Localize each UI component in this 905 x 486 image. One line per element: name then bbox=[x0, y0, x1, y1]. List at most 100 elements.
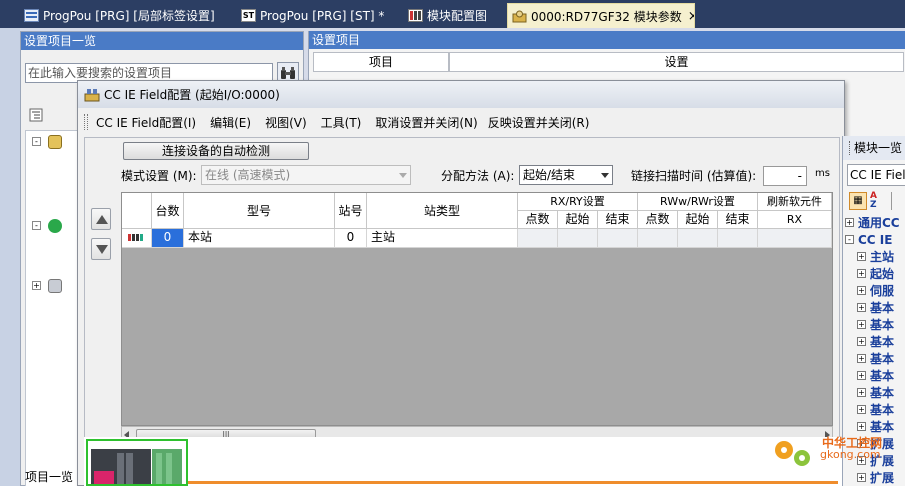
dialog-title: CC IE Field配置 (起始I/O:0000) bbox=[104, 88, 280, 102]
row-rw-start-cell[interactable] bbox=[678, 229, 718, 248]
plc-module-icon bbox=[128, 234, 143, 241]
plc-station-diagram[interactable] bbox=[86, 439, 188, 486]
menu-edit[interactable]: 编辑(E) bbox=[210, 114, 251, 131]
dialog-menubar: CC IE Field配置(I) 编辑(E) 视图(V) 工具(T) 取消设置并… bbox=[78, 109, 844, 135]
row-station-no-cell[interactable]: 0 bbox=[335, 229, 367, 248]
row-rw-end-cell[interactable] bbox=[718, 229, 758, 248]
network-icon bbox=[84, 88, 100, 102]
tab-label: ProgPou [PRG] [局部标签设置] bbox=[43, 9, 215, 23]
item-list-tab[interactable]: 项目一览 bbox=[25, 468, 73, 485]
network-diagram-area bbox=[84, 437, 842, 486]
header-rw-start: 起始 bbox=[678, 211, 718, 229]
tab-module-parameters[interactable]: 0000:RD77GF32 模块参数 × bbox=[507, 3, 695, 28]
folder-icon bbox=[48, 135, 62, 149]
menu-cc-ie-field-config[interactable]: CC IE Field配置(I) bbox=[96, 114, 196, 131]
tab-label: 模块配置图 bbox=[427, 9, 488, 23]
header-rwwrwr-settings: RWw/RWr设置 bbox=[638, 193, 758, 211]
tree-expander[interactable]: - bbox=[32, 221, 41, 230]
module-tree-item[interactable]: + 基本 bbox=[845, 350, 905, 367]
config-area: 连接设备的自动检测 模式设置 (M): 在线 (高速模式) 分配方法 (A): … bbox=[84, 137, 840, 485]
dock-stripe bbox=[0, 28, 20, 486]
link-scan-time-unit: ms bbox=[815, 168, 830, 179]
header-station-type: 站类型 bbox=[367, 193, 518, 229]
chevron-down-icon bbox=[601, 173, 609, 178]
row-station-type-cell[interactable]: 主站 bbox=[367, 229, 518, 248]
header-rw-end: 结束 bbox=[718, 211, 758, 229]
panel-title: 设置项目 bbox=[309, 31, 905, 49]
header-rx-start: 起始 bbox=[558, 211, 598, 229]
plc-rack-icon bbox=[91, 449, 182, 484]
module-tree-item[interactable]: + 基本 bbox=[845, 384, 905, 401]
menu-view[interactable]: 视图(V) bbox=[265, 114, 307, 131]
alpha-sort-icon[interactable]: AZ bbox=[870, 192, 888, 210]
module-config-icon bbox=[408, 9, 423, 22]
module-tree-item[interactable]: + 基本 bbox=[845, 401, 905, 418]
assign-method-select[interactable]: 起始/结束 bbox=[519, 165, 613, 185]
header-corner bbox=[122, 193, 152, 229]
row-rx-start-cell[interactable] bbox=[558, 229, 598, 248]
mode-setting-select: 在线 (高速模式) bbox=[201, 165, 411, 185]
header-rw-points: 点数 bbox=[638, 211, 678, 229]
module-tree-item[interactable]: + 基本 bbox=[845, 316, 905, 333]
row-refresh-rx-cell[interactable] bbox=[758, 229, 832, 248]
st-icon: ST bbox=[241, 9, 256, 22]
move-down-button[interactable] bbox=[91, 238, 111, 260]
menu-cancel-and-close[interactable]: 取消设置并关闭(N) bbox=[375, 114, 477, 131]
watermark-url: gkong.com bbox=[820, 448, 881, 461]
tab-st-program[interactable]: ST ProgPou [PRG] [ST] * bbox=[237, 3, 404, 28]
header-refresh-rx: RX bbox=[758, 211, 832, 229]
menu-apply-and-close[interactable]: 反映设置并关闭(R) bbox=[488, 114, 590, 131]
list-view-icon[interactable] bbox=[891, 192, 905, 210]
row-device-icon-cell bbox=[122, 229, 152, 248]
module-tree-item[interactable]: + 伺服 bbox=[845, 282, 905, 299]
module-list-title: 模块一览 bbox=[843, 136, 905, 160]
tab-label: 0000:RD77GF32 模块参数 bbox=[531, 9, 682, 24]
arrow-down-icon bbox=[96, 245, 108, 254]
close-icon[interactable]: × bbox=[688, 9, 694, 24]
move-up-button[interactable] bbox=[91, 208, 111, 230]
binoculars-icon bbox=[281, 67, 295, 79]
assign-method-label: 分配方法 (A): bbox=[441, 169, 515, 183]
setting-items-tree[interactable]: - - + bbox=[25, 130, 85, 486]
row-rx-points-cell[interactable] bbox=[518, 229, 558, 248]
assign-method-value: 起始/结束 bbox=[523, 168, 576, 182]
auto-detect-button[interactable]: 连接设备的自动检测 bbox=[123, 142, 309, 160]
row-rx-end-cell[interactable] bbox=[598, 229, 638, 248]
module-icon bbox=[48, 279, 62, 293]
dialog-titlebar[interactable]: CC IE Field配置 (起始I/O:0000) bbox=[78, 81, 844, 108]
link-scan-time-field: - bbox=[763, 166, 807, 186]
module-tree-item[interactable]: + 基本 bbox=[845, 367, 905, 384]
row-model-cell[interactable]: 本站 bbox=[184, 229, 335, 248]
tree-expander[interactable]: + bbox=[32, 281, 41, 290]
module-tree-item[interactable]: - CC IE bbox=[845, 231, 905, 248]
check-icon bbox=[48, 219, 62, 233]
category-sort-icon[interactable]: ▦ bbox=[849, 192, 867, 210]
menu-tools[interactable]: 工具(T) bbox=[321, 114, 362, 131]
row-rw-points-cell[interactable] bbox=[638, 229, 678, 248]
header-station-no: 站号 bbox=[335, 193, 367, 229]
tree-toolbar-icon[interactable] bbox=[29, 108, 43, 122]
module-list-toolbar: ▦ AZ bbox=[847, 190, 905, 212]
tab-local-label-settings[interactable]: ProgPou [PRG] [局部标签设置] bbox=[20, 3, 238, 28]
module-tree-item[interactable]: + 起始 bbox=[845, 265, 905, 282]
header-rx-end: 结束 bbox=[598, 211, 638, 229]
module-search-input[interactable]: CC IE Field bbox=[847, 164, 905, 186]
chevron-down-icon bbox=[399, 173, 407, 178]
cc-ie-field-config-dialog: CC IE Field配置 (起始I/O:0000) CC IE Field配置… bbox=[77, 80, 845, 486]
menubar-grip[interactable] bbox=[84, 114, 88, 130]
mode-setting-value: 在线 (高速模式) bbox=[205, 168, 291, 182]
program-icon bbox=[24, 9, 39, 22]
station-grid[interactable]: 台数 型号 站号 站类型 RX/RY设置 RWw/RWr设置 刷新软元件 点数 … bbox=[121, 192, 833, 426]
row-count-cell[interactable]: 0 bbox=[152, 229, 184, 248]
module-tree-item[interactable]: + 基本 bbox=[845, 299, 905, 316]
arrow-up-icon bbox=[96, 215, 108, 224]
module-tree-item[interactable]: + 主站 bbox=[845, 248, 905, 265]
header-rxry-settings: RX/RY设置 bbox=[518, 193, 638, 211]
module-tree-item[interactable]: + 通用CC bbox=[845, 214, 905, 231]
module-tree-item[interactable]: + 基本 bbox=[845, 333, 905, 350]
watermark-logo: 中华工控网 gkong.com bbox=[770, 432, 900, 472]
tree-expander[interactable]: - bbox=[32, 137, 41, 146]
header-rx-points: 点数 bbox=[518, 211, 558, 229]
header-count: 台数 bbox=[152, 193, 184, 229]
tab-module-config[interactable]: 模块配置图 bbox=[404, 3, 504, 28]
